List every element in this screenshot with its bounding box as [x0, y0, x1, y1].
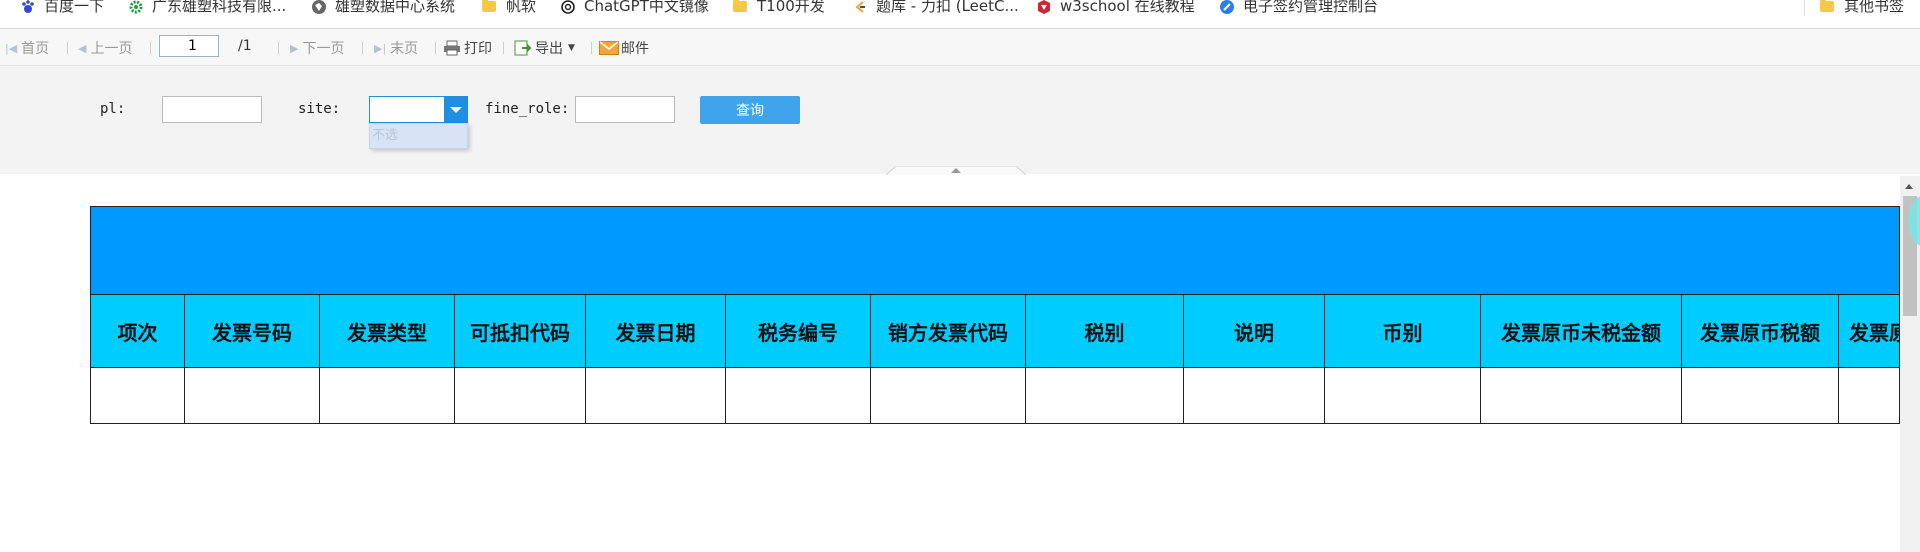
table-cell [726, 368, 871, 423]
table-cell [91, 368, 185, 423]
column-header: 可抵扣代码 [455, 295, 586, 368]
column-header: 发票日期 [586, 295, 726, 368]
last-page-icon: ▶| [374, 41, 387, 55]
prev-page-button[interactable]: ◀ 上一页 [78, 38, 132, 58]
globe-icon [312, 0, 326, 14]
mail-button[interactable]: 邮件 [599, 38, 649, 58]
report-toolbar: |◀ 首页 ◀ 上一页 1 /1 ▶ 下一页 ▶| 末页 打印 导出 ▼ 邮件 [0, 29, 1920, 66]
column-header: 发票原币未税金额 [1481, 295, 1682, 368]
bookmark-label: 帆软 [506, 0, 537, 15]
table-cell [185, 368, 320, 423]
toolbar-separator [362, 42, 363, 54]
scroll-up-icon[interactable] [1905, 184, 1913, 189]
table-cell [455, 368, 586, 423]
bookmark-esign[interactable]: 电子签约管理控制台 [1219, 0, 1378, 14]
table-cell [1481, 368, 1682, 423]
bookmark-label: ChatGPT中文镜像 [584, 0, 709, 15]
table-cell [586, 368, 726, 423]
collapse-panel-handle[interactable] [886, 166, 1026, 175]
column-header: 发票类型 [320, 295, 455, 368]
report-title-band [91, 207, 1899, 295]
toolbar-separator [435, 42, 436, 54]
toolbar-separator [591, 42, 592, 54]
bookmark-w3school[interactable]: w3school 在线教程 [1036, 0, 1195, 14]
column-header: 税别 [1026, 295, 1184, 368]
print-button[interactable]: 打印 [443, 38, 492, 58]
bookmark-label: 题库 - 力扣 (LeetC... [876, 0, 1019, 15]
export-button[interactable]: 导出 ▼ [514, 38, 575, 58]
toolbar-separator [150, 42, 151, 54]
site-select[interactable] [369, 96, 468, 123]
blue-circle-icon [1220, 0, 1234, 14]
column-header: 说明 [1184, 295, 1325, 368]
folder-icon [733, 0, 749, 15]
bookmark-divider [1804, 0, 1805, 16]
table-cell [1325, 368, 1481, 423]
mail-icon [599, 41, 619, 55]
column-header: 发票原 [1839, 295, 1899, 368]
chevron-down-icon[interactable] [444, 97, 467, 122]
pl-label: pl: [100, 101, 126, 117]
bookmark-leetcode[interactable]: 题库 - 力扣 (LeetC... [852, 0, 1019, 14]
prev-page-icon: ◀ [78, 41, 87, 55]
table-cell [1682, 368, 1839, 423]
bookmark-label: 百度一下 [44, 0, 105, 15]
w3school-icon [1038, 0, 1050, 14]
query-button[interactable]: 查询 [700, 96, 800, 124]
column-header: 发票号码 [185, 295, 320, 368]
bookmark-baidu[interactable]: 百度一下 [20, 0, 104, 14]
fine-role-label: fine_role: [485, 101, 570, 117]
page-number-input[interactable]: 1 [159, 35, 219, 57]
bookmark-xiongsu-tech[interactable]: 广东雄塑科技有限... [128, 0, 286, 14]
column-header: 币别 [1325, 295, 1481, 368]
site-label: site: [298, 101, 341, 117]
bookmark-data-center[interactable]: 雄塑数据中心系统 [311, 0, 455, 14]
column-header: 发票原币税额 [1682, 295, 1839, 368]
column-header: 项次 [91, 295, 185, 368]
bookmarks-bar: 百度一下 广东雄塑科技有限... 雄塑数据中心系统 帆软 ChatGPT中文镜像… [0, 0, 1920, 29]
bookmark-t100[interactable]: T100开发 [733, 0, 825, 14]
baidu-paw-icon [22, 0, 34, 13]
page-total: /1 [238, 38, 252, 54]
openai-icon [561, 0, 575, 14]
table-cell [320, 368, 455, 423]
bookmark-label: T100开发 [757, 0, 825, 15]
export-icon [514, 40, 532, 56]
first-page-button[interactable]: |◀ 首页 [5, 38, 49, 58]
table-header-row: 项次 发票号码 发票类型 可抵扣代码 发票日期 税务编号 销方发票代码 税别 说… [91, 295, 1899, 368]
leetcode-icon [855, 1, 865, 13]
toolbar-separator [503, 42, 504, 54]
pl-input[interactable] [162, 96, 262, 123]
toolbar-separator [67, 42, 68, 54]
next-page-button[interactable]: ▶ 下一页 [290, 38, 344, 58]
folder-icon [1820, 0, 1836, 15]
table-cell [871, 368, 1026, 423]
bookmark-label: w3school 在线教程 [1060, 0, 1195, 15]
bookmark-fanruan[interactable]: 帆软 [482, 0, 536, 14]
table-row [91, 368, 1899, 423]
green-gear-icon [129, 0, 143, 14]
toolbar-separator [278, 42, 279, 54]
bookmark-label: 其他书签 [1844, 0, 1905, 15]
bookmark-label: 雄塑数据中心系统 [335, 0, 456, 15]
table-cell [1184, 368, 1325, 423]
bookmark-label: 电子签约管理控制台 [1243, 0, 1379, 15]
column-header: 销方发票代码 [871, 295, 1026, 368]
printer-icon [444, 40, 460, 56]
dropdown-caret-icon: ▼ [568, 43, 575, 53]
last-page-button[interactable]: ▶| 末页 [374, 38, 418, 58]
next-page-icon: ▶ [290, 41, 299, 55]
bookmark-label: 广东雄塑科技有限... [152, 0, 287, 15]
column-header: 税务编号 [726, 295, 871, 368]
first-page-icon: |◀ [5, 41, 18, 55]
fine-role-input[interactable] [575, 96, 675, 123]
site-option-none[interactable]: 不选 [369, 123, 468, 149]
parameter-panel: pl: site: 不选 fine_role: 查询 [0, 66, 1920, 175]
table-cell [1026, 368, 1184, 423]
report-table: 项次 发票号码 发票类型 可抵扣代码 发票日期 税务编号 销方发票代码 税别 说… [90, 206, 1900, 424]
bookmark-other[interactable]: 其他书签 [1820, 0, 1904, 14]
folder-icon [482, 0, 498, 15]
table-cell [1839, 368, 1899, 423]
bookmark-chatgpt[interactable]: ChatGPT中文镜像 [560, 0, 709, 14]
